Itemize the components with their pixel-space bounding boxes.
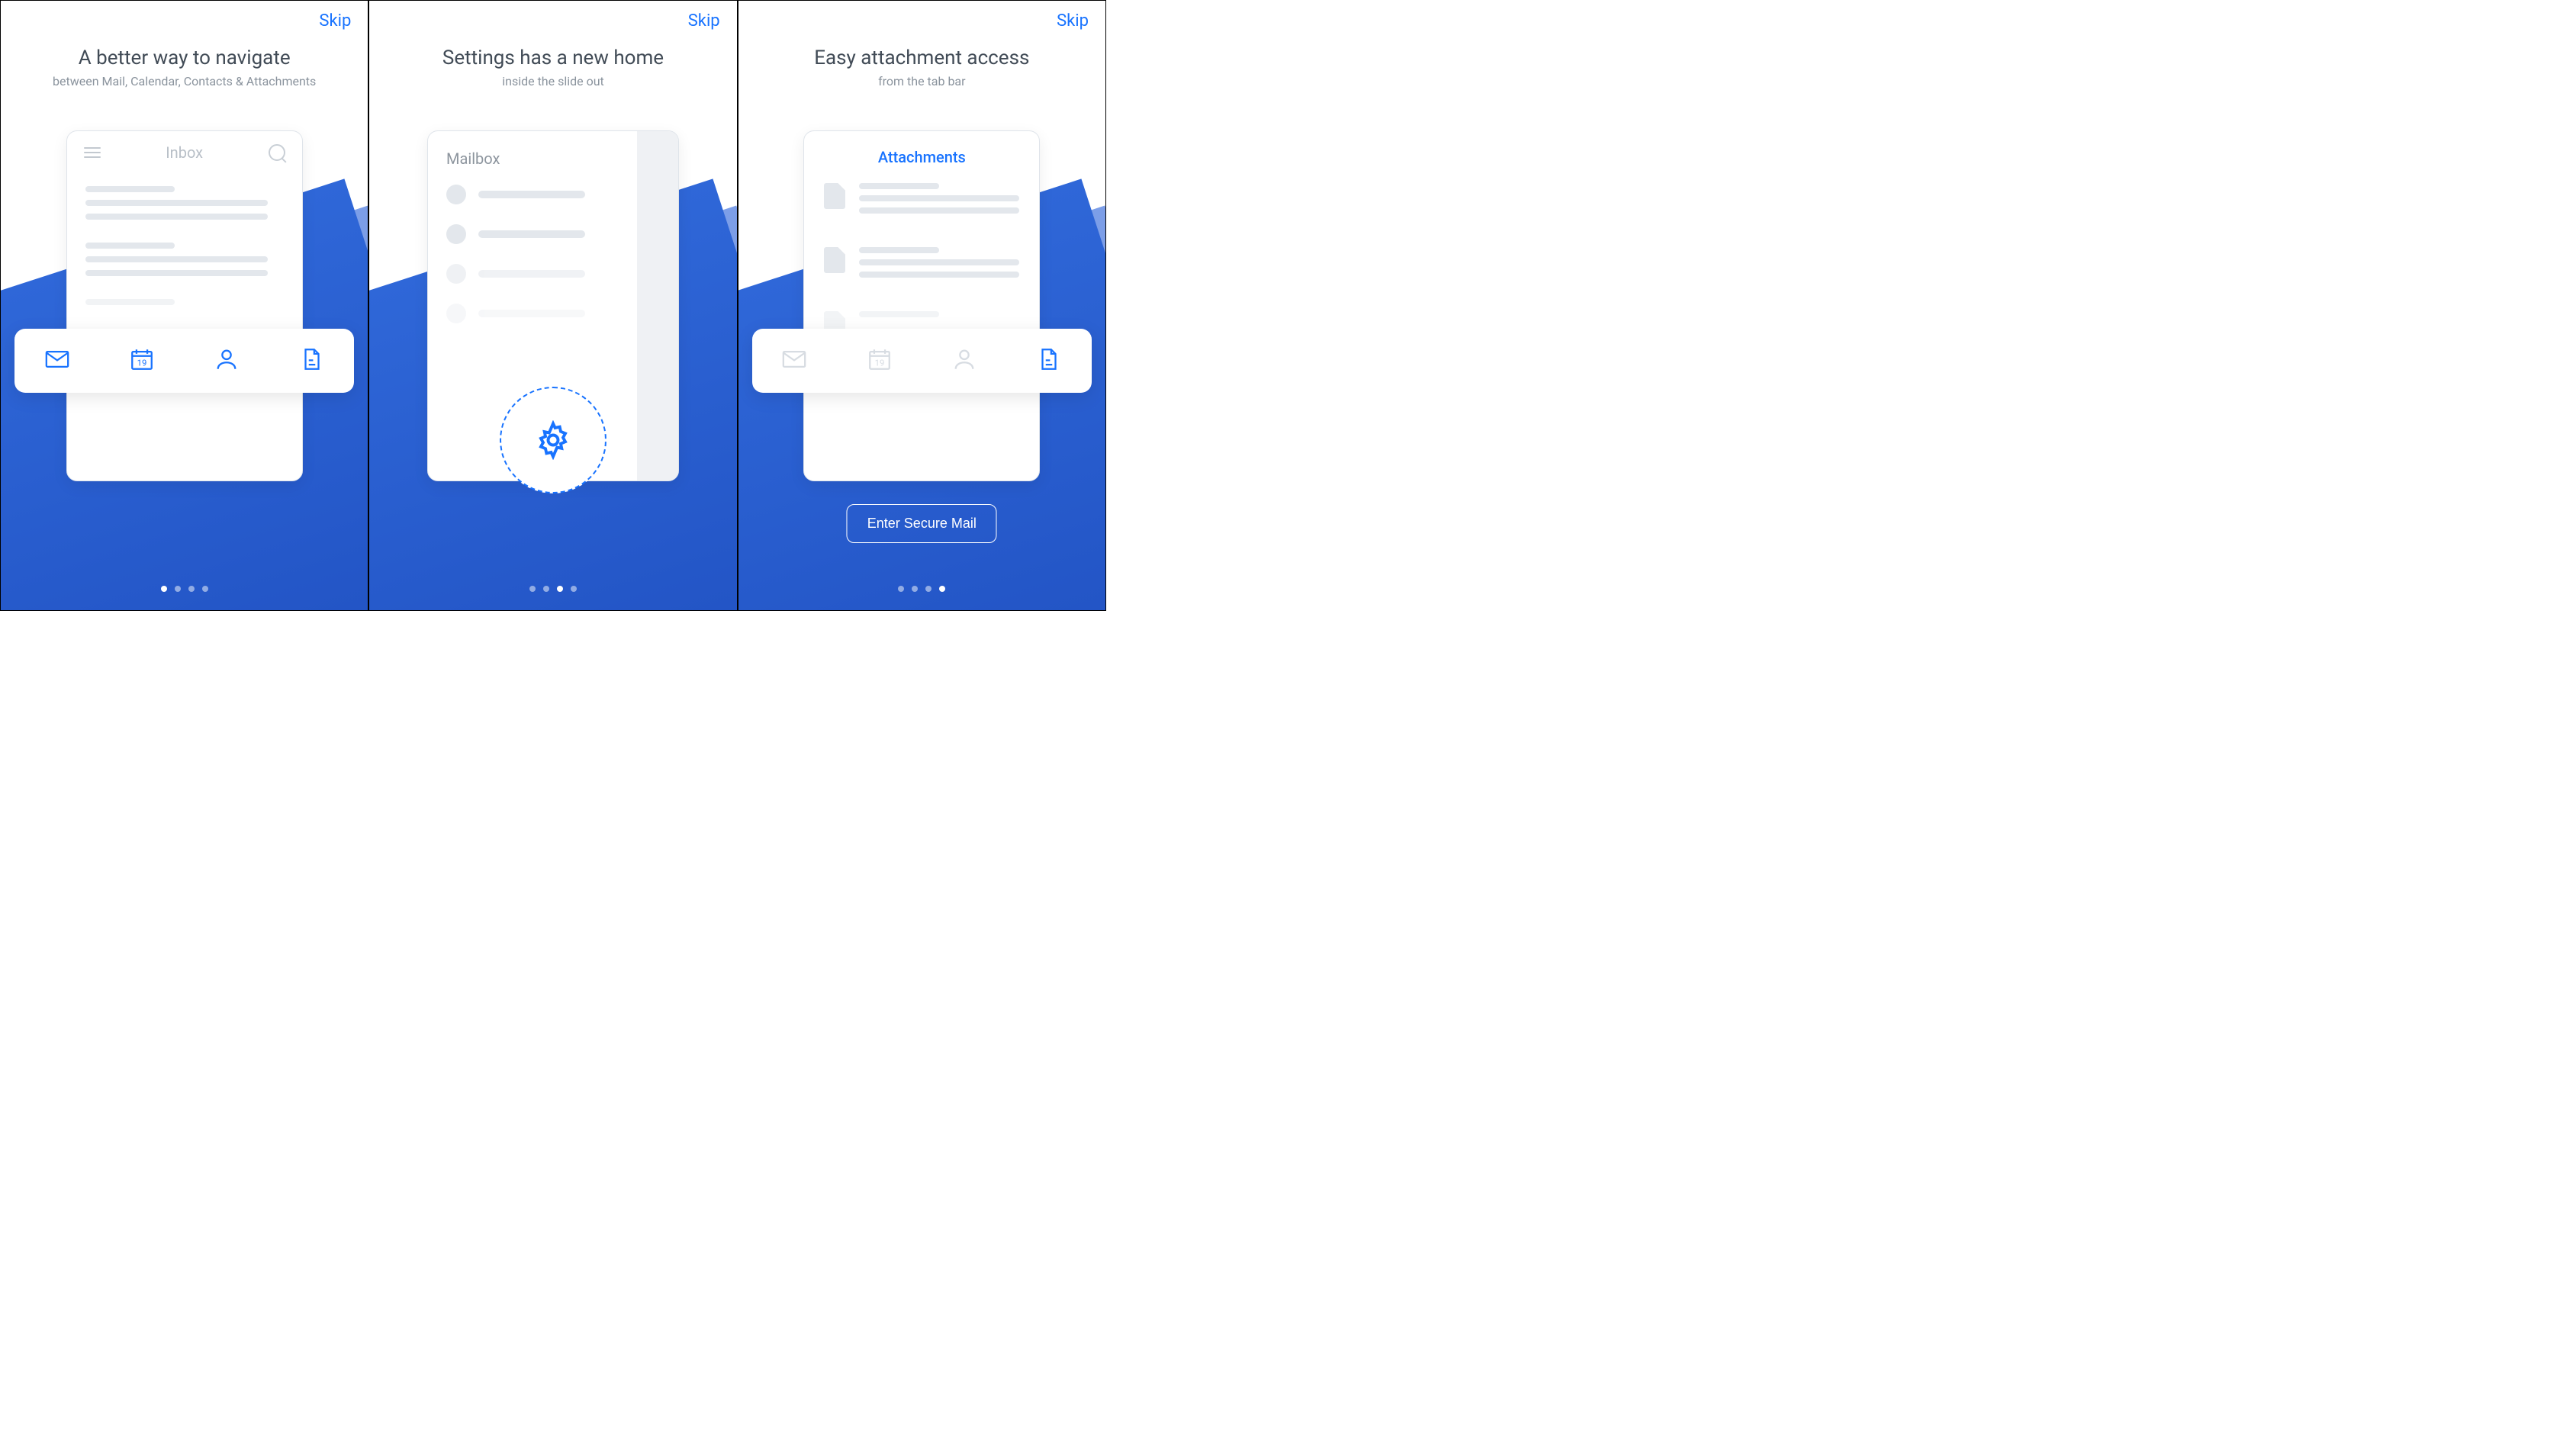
inbox-title: Inbox — [166, 143, 203, 162]
skip-button[interactable]: Skip — [319, 11, 351, 31]
page-indicator — [529, 586, 577, 592]
pager-dot — [175, 586, 181, 592]
file-icon[interactable] — [299, 346, 325, 375]
enter-secure-mail-button[interactable]: Enter Secure Mail — [847, 504, 997, 543]
pager-dot — [161, 586, 167, 592]
onboarding-panel-2: Skip Settings has a new home inside the … — [368, 0, 737, 611]
mail-icon[interactable] — [44, 346, 70, 375]
contact-icon[interactable] — [214, 346, 240, 375]
pager-dot — [543, 586, 549, 592]
page-indicator — [161, 586, 208, 592]
list-item — [446, 304, 660, 323]
panel-subtitle: inside the slide out — [369, 74, 736, 88]
pager-dot — [912, 586, 918, 592]
panel-subtitle: from the tab bar — [738, 74, 1105, 88]
panel-heading: Easy attachment access from the tab bar — [738, 47, 1105, 88]
page-indicator — [898, 586, 945, 592]
inbox-mock-card: Inbox — [66, 130, 303, 481]
pager-dot — [571, 586, 577, 592]
settings-highlight[interactable] — [500, 387, 607, 493]
contact-icon[interactable] — [951, 346, 977, 375]
calendar-icon[interactable]: 19 — [867, 346, 893, 375]
image-file-icon — [824, 247, 845, 273]
list-item — [446, 264, 660, 284]
pager-dot — [529, 586, 536, 592]
panel-title: Easy attachment access — [738, 47, 1105, 69]
list-item — [446, 224, 660, 244]
tab-bar: 19 — [14, 329, 354, 393]
svg-text:19: 19 — [874, 358, 884, 368]
skeleton-content — [67, 166, 302, 348]
list-item — [824, 247, 1019, 284]
skip-button[interactable]: Skip — [688, 11, 720, 31]
file-icon[interactable] — [1036, 346, 1062, 375]
panel-subtitle: between Mail, Calendar, Contacts & Attac… — [1, 74, 368, 88]
tab-bar: 19 — [752, 329, 1092, 393]
pager-dot — [202, 586, 208, 592]
pdf-file-icon — [824, 183, 845, 209]
panel-heading: A better way to navigate between Mail, C… — [1, 47, 368, 88]
gear-icon — [533, 420, 573, 460]
pager-dot — [188, 586, 195, 592]
list-item — [446, 185, 660, 204]
panel-title: A better way to navigate — [1, 47, 368, 69]
onboarding-panel-1: Skip A better way to navigate between Ma… — [0, 0, 368, 611]
hamburger-icon — [84, 147, 101, 158]
onboarding-panel-3: Skip Easy attachment access from the tab… — [738, 0, 1106, 611]
pager-dot — [898, 586, 904, 592]
pager-dot — [557, 586, 563, 592]
list-item — [824, 183, 1019, 220]
search-icon — [269, 144, 285, 161]
panel-heading: Settings has a new home inside the slide… — [369, 47, 736, 88]
attachments-title: Attachments — [804, 131, 1039, 171]
calendar-icon[interactable]: 19 — [129, 346, 155, 375]
panel-title: Settings has a new home — [369, 47, 736, 69]
attachments-mock-card: Attachments — [803, 130, 1040, 481]
pager-dot — [925, 586, 931, 592]
pager-dot — [939, 586, 945, 592]
svg-text:19: 19 — [137, 358, 147, 368]
mail-icon[interactable] — [781, 346, 807, 375]
skip-button[interactable]: Skip — [1057, 11, 1089, 31]
